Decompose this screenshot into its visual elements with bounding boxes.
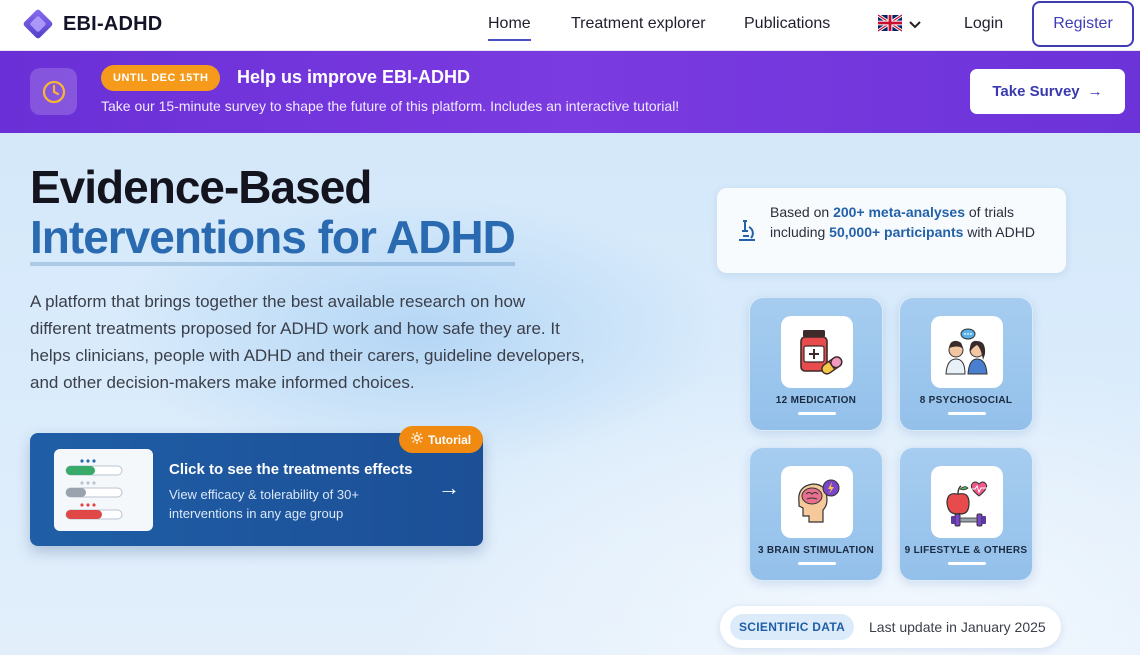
chevron-down-icon [908, 17, 922, 35]
evidence-suffix: with ADHD [963, 224, 1035, 240]
hero-title-line2: Interventions for ADHD [30, 212, 516, 266]
scientific-data-badge: SCIENTIFIC DATA [730, 614, 855, 640]
nav-link-treatment-explorer[interactable]: Treatment explorer [571, 15, 706, 33]
microscope-icon [737, 218, 759, 247]
treatment-bars-icon [54, 449, 153, 531]
deadline-badge: UNTIL DEC 15TH [101, 65, 221, 91]
login-link[interactable]: Login [964, 15, 1003, 33]
category-card-medication[interactable]: 12 MEDICATION [749, 297, 883, 431]
category-underline [798, 562, 836, 565]
brand-logo-icon [22, 8, 54, 40]
banner-title: Help us improve EBI-ADHD [237, 67, 471, 87]
evidence-text: Based on 200+ meta-analyses of trials in… [770, 202, 1050, 242]
tutorial-badge: Tutorial [399, 426, 484, 453]
arrow-right-icon: → [438, 475, 460, 500]
evidence-participants: 50,000+ participants [829, 224, 964, 240]
evidence-card: Based on 200+ meta-analyses of trials in… [717, 188, 1066, 273]
category-label: 8 PSYCHOSOCIAL [919, 395, 1013, 406]
sun-icon [410, 431, 424, 447]
nav-link-publications[interactable]: Publications [744, 15, 830, 33]
brain-stimulation-icon [781, 466, 853, 538]
nav-link-home[interactable]: Home [488, 15, 531, 41]
cta-title: Click to see the treatments effects [169, 461, 413, 478]
category-underline [948, 412, 986, 415]
evidence-meta-analyses: 200+ meta-analyses [833, 204, 965, 220]
lifestyle-icon [931, 466, 1003, 538]
take-survey-label: Take Survey [992, 83, 1080, 100]
category-card-psychosocial[interactable]: 8 PSYCHOSOCIAL [899, 297, 1033, 431]
arrow-right-icon: → [1087, 83, 1103, 100]
category-underline [948, 562, 986, 565]
banner-description: Take our 15-minute survey to shape the f… [101, 98, 680, 114]
clock-icon [30, 68, 77, 115]
hero-intro: A platform that brings together the best… [30, 292, 585, 392]
last-update-text: Last update in January 2025 [869, 619, 1046, 635]
category-label: 9 LIFESTYLE & OTHERS [904, 545, 1028, 556]
cta-description: View efficacy & tolerability of 30+ inte… [169, 487, 359, 521]
category-label: 12 MEDICATION [775, 395, 857, 406]
medication-icon [781, 316, 853, 388]
brand[interactable]: EBI-ADHD [22, 8, 162, 40]
category-card-lifestyle[interactable]: 9 LIFESTYLE & OTHERS [899, 447, 1033, 581]
register-button[interactable]: Register [1032, 1, 1134, 47]
category-underline [798, 412, 836, 415]
psychosocial-icon [931, 316, 1003, 388]
top-nav: EBI-ADHD Home Treatment explorer Publica… [0, 0, 1140, 51]
survey-banner: UNTIL DEC 15TH Help us improve EBI-ADHD … [0, 51, 1140, 133]
uk-flag-icon [877, 13, 903, 37]
take-survey-button[interactable]: Take Survey → [970, 69, 1125, 114]
brand-name: EBI-ADHD [63, 12, 163, 35]
tutorial-label: Tutorial [428, 432, 472, 447]
language-selector[interactable] [877, 13, 922, 37]
update-info: SCIENTIFIC DATA Last update in January 2… [720, 606, 1061, 648]
evidence-prefix: Based on [770, 204, 834, 220]
category-card-brain-stimulation[interactable]: 3 BRAIN STIMULATION [749, 447, 883, 581]
category-label: 3 BRAIN STIMULATION [757, 545, 875, 556]
hero-title-line1: Evidence-Based [30, 161, 372, 213]
